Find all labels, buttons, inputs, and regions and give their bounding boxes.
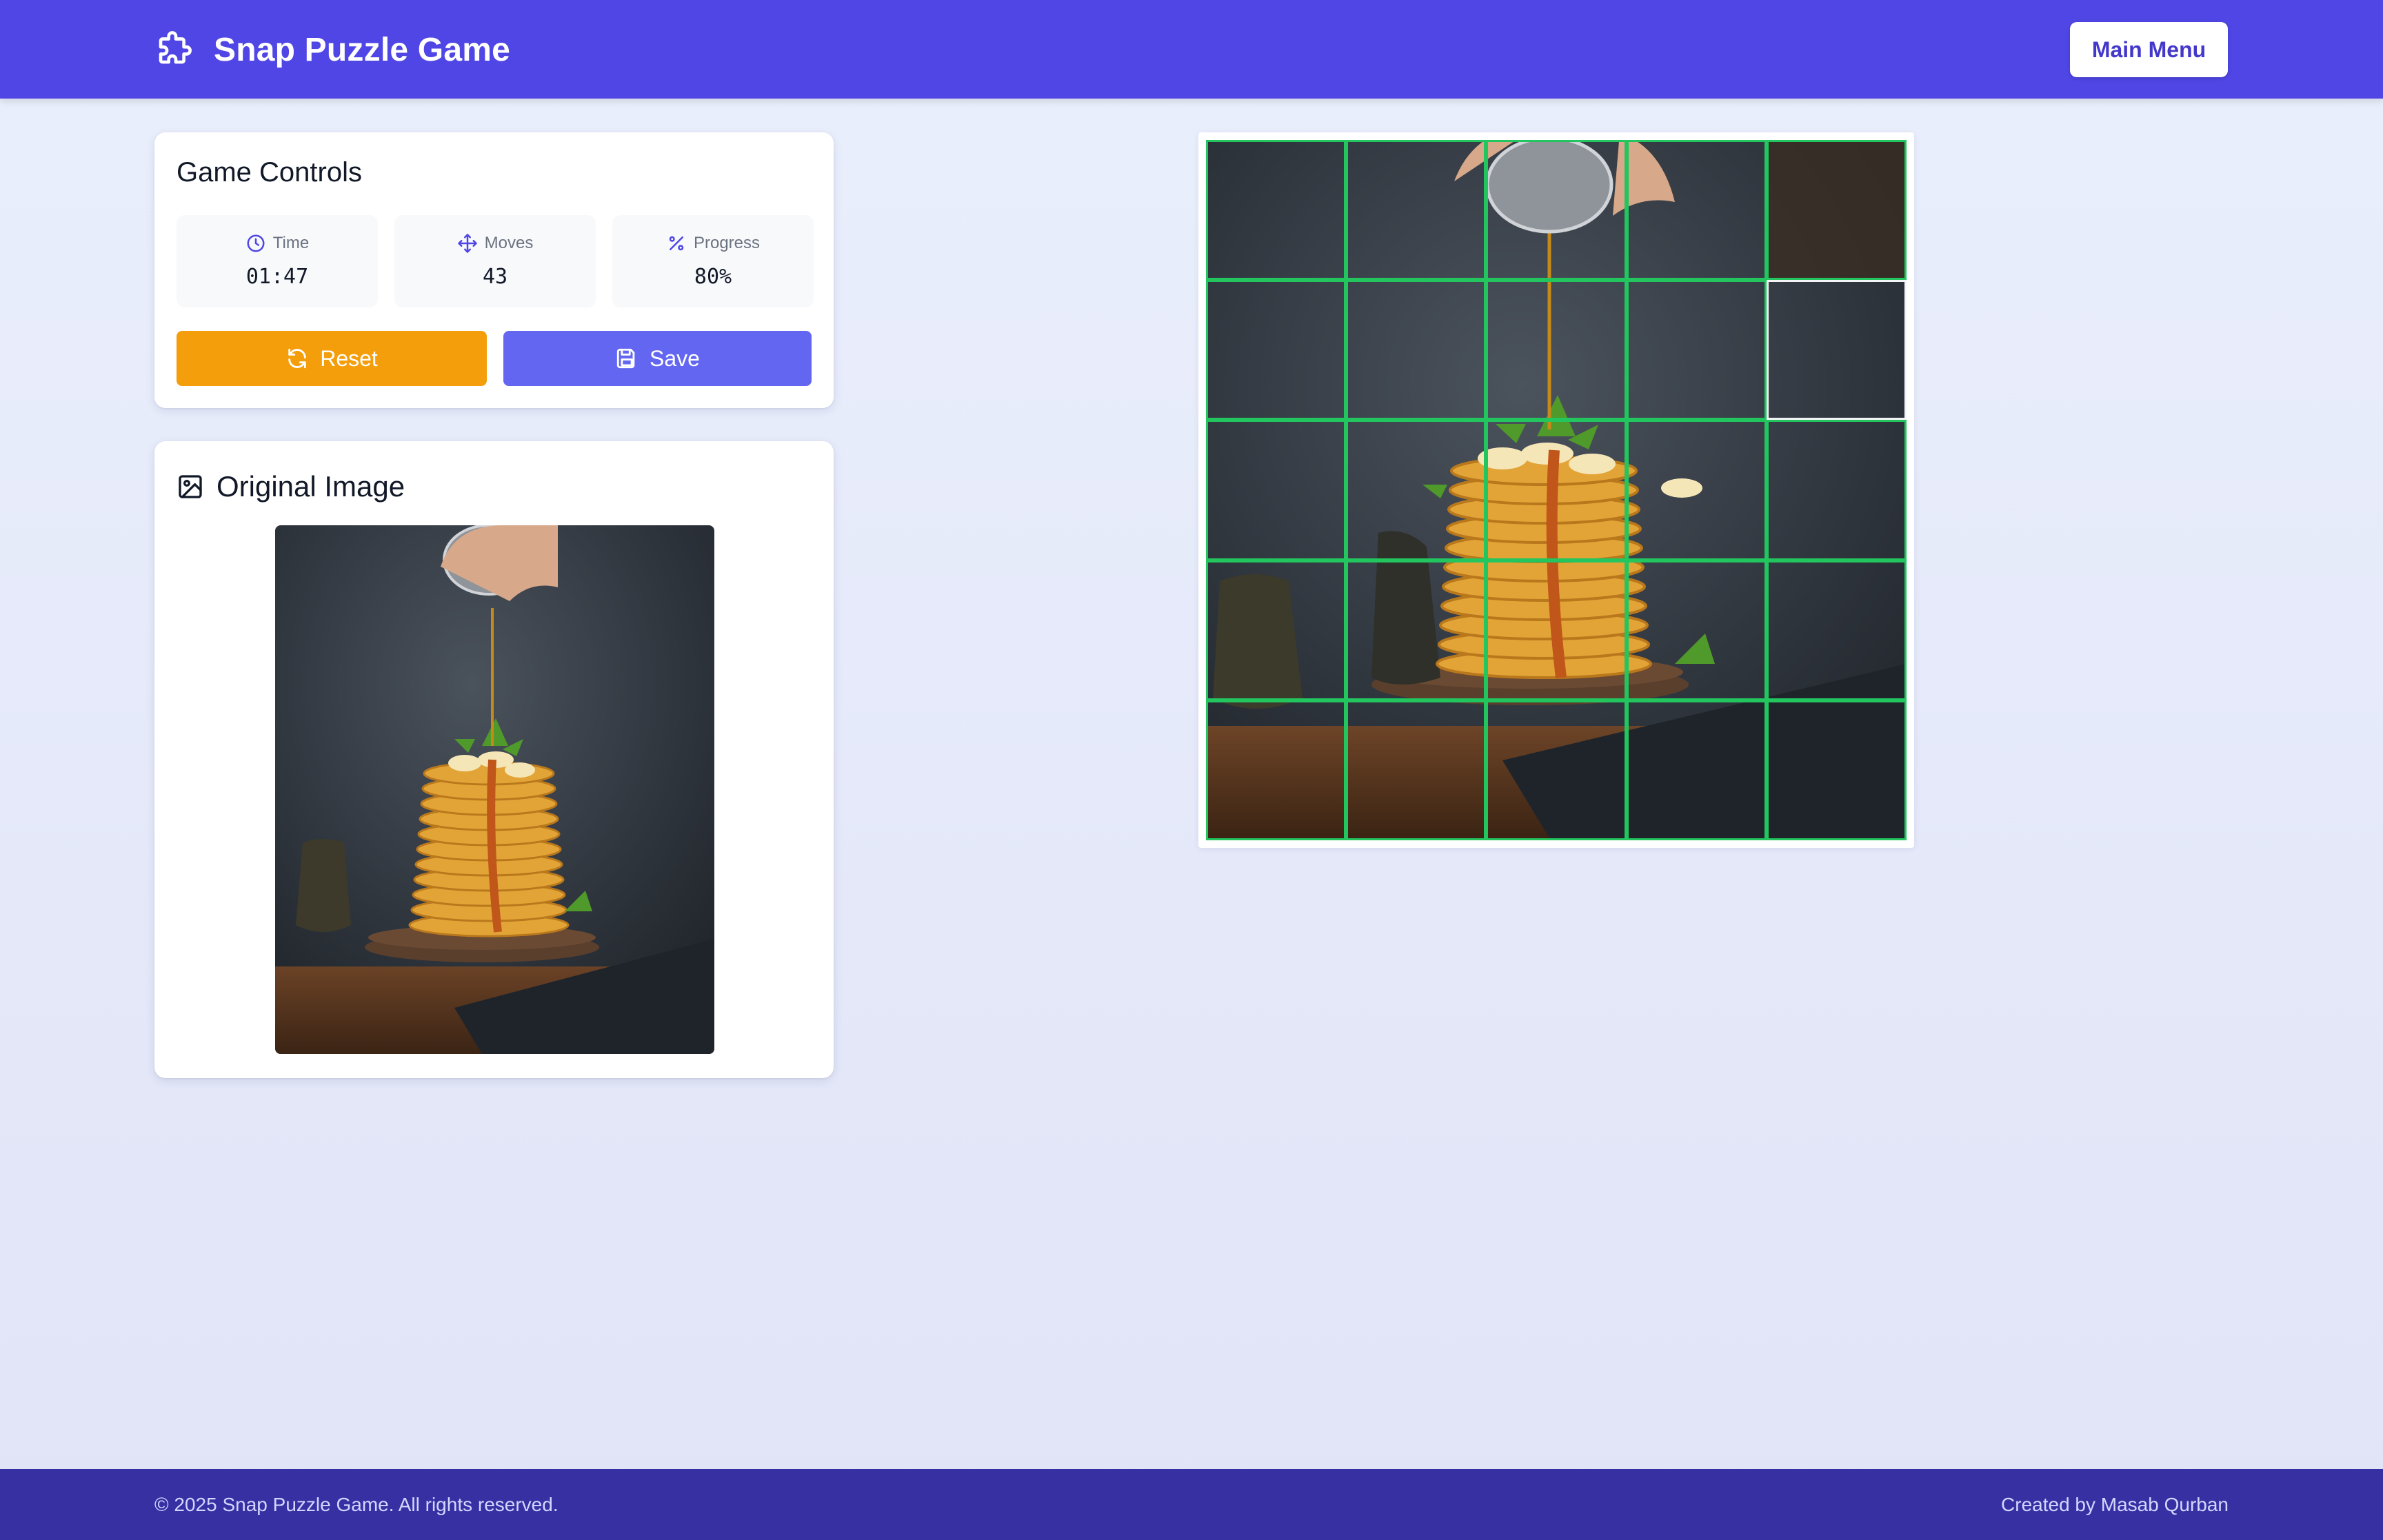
puzzle-tile[interactable]	[1626, 560, 1767, 700]
time-value: 01:47	[245, 265, 309, 289]
puzzle-tile[interactable]	[1626, 140, 1767, 281]
puzzle-piece-icon	[159, 31, 192, 64]
main-menu-button[interactable]: Main Menu	[2070, 22, 2228, 77]
original-image-card: Original Image	[154, 441, 834, 1078]
percent-icon	[669, 236, 684, 251]
puzzle-tile[interactable]	[1486, 420, 1627, 560]
brand: Snap Puzzle Game	[154, 28, 510, 72]
move-arrows-icon	[457, 234, 477, 253]
moves-label: Moves	[484, 234, 534, 252]
puzzle-tile[interactable]	[1346, 140, 1487, 281]
puzzle-tile[interactable]	[1206, 420, 1347, 560]
footer-copyright: © 2025 Snap Puzzle Game. All rights rese…	[154, 1494, 559, 1515]
save-icon	[616, 348, 635, 369]
original-image-title: Original Image	[217, 470, 405, 503]
reset-button[interactable]: Reset	[177, 331, 487, 386]
puzzle-tile[interactable]	[1766, 420, 1907, 560]
moves-value: 43	[482, 265, 508, 289]
app-header: Snap Puzzle Game Main Menu	[0, 0, 2383, 99]
save-label: Save	[650, 345, 700, 371]
puzzle-tile[interactable]	[1346, 280, 1487, 421]
puzzle-tile[interactable]	[1206, 560, 1347, 700]
puzzle-tile[interactable]	[1486, 560, 1627, 700]
puzzle-tile[interactable]	[1626, 280, 1767, 421]
puzzle-tile[interactable]	[1346, 420, 1487, 560]
progress-label: Progress	[693, 234, 761, 252]
progress-stat: Progress 80%	[612, 215, 814, 307]
pancake-stack-picture	[275, 525, 714, 1054]
puzzle-tile[interactable]	[1206, 140, 1347, 281]
puzzle-board	[1198, 132, 1914, 848]
puzzle-tile[interactable]	[1626, 420, 1767, 560]
game-controls-card: Game Controls Time 01:47 Moves 43 Progre…	[154, 132, 834, 408]
puzzle-tile[interactable]	[1766, 140, 1907, 281]
clock-icon	[247, 234, 265, 252]
reset-label: Reset	[320, 345, 378, 371]
game-controls-title: Game Controls	[177, 157, 362, 188]
time-label: Time	[272, 234, 310, 252]
footer-credit: Created by Masab Qurban	[2001, 1494, 2229, 1515]
refresh-icon	[288, 348, 306, 369]
puzzle-tile[interactable]	[1346, 700, 1487, 840]
puzzle-tile[interactable]	[1206, 700, 1347, 840]
puzzle-tile[interactable]	[1766, 280, 1907, 421]
puzzle-tile[interactable]	[1206, 280, 1347, 421]
puzzle-tile[interactable]	[1626, 700, 1767, 840]
save-button[interactable]: Save	[503, 331, 812, 386]
app-footer: © 2025 Snap Puzzle Game. All rights rese…	[0, 1469, 2383, 1540]
time-stat: Time 01:47	[177, 215, 378, 307]
puzzle-tile[interactable]	[1486, 700, 1627, 840]
puzzle-tile[interactable]	[1486, 140, 1627, 281]
original-image	[275, 525, 714, 1054]
image-icon	[179, 475, 202, 498]
app-title: Snap Puzzle Game	[214, 31, 510, 68]
moves-stat: Moves 43	[394, 215, 596, 307]
puzzle-tile[interactable]	[1486, 280, 1627, 421]
puzzle-tile[interactable]	[1346, 560, 1487, 700]
puzzle-tile[interactable]	[1766, 700, 1907, 840]
puzzle-tile[interactable]	[1766, 560, 1907, 700]
progress-value: 80%	[694, 265, 732, 289]
puzzle-grid	[1206, 140, 1907, 840]
